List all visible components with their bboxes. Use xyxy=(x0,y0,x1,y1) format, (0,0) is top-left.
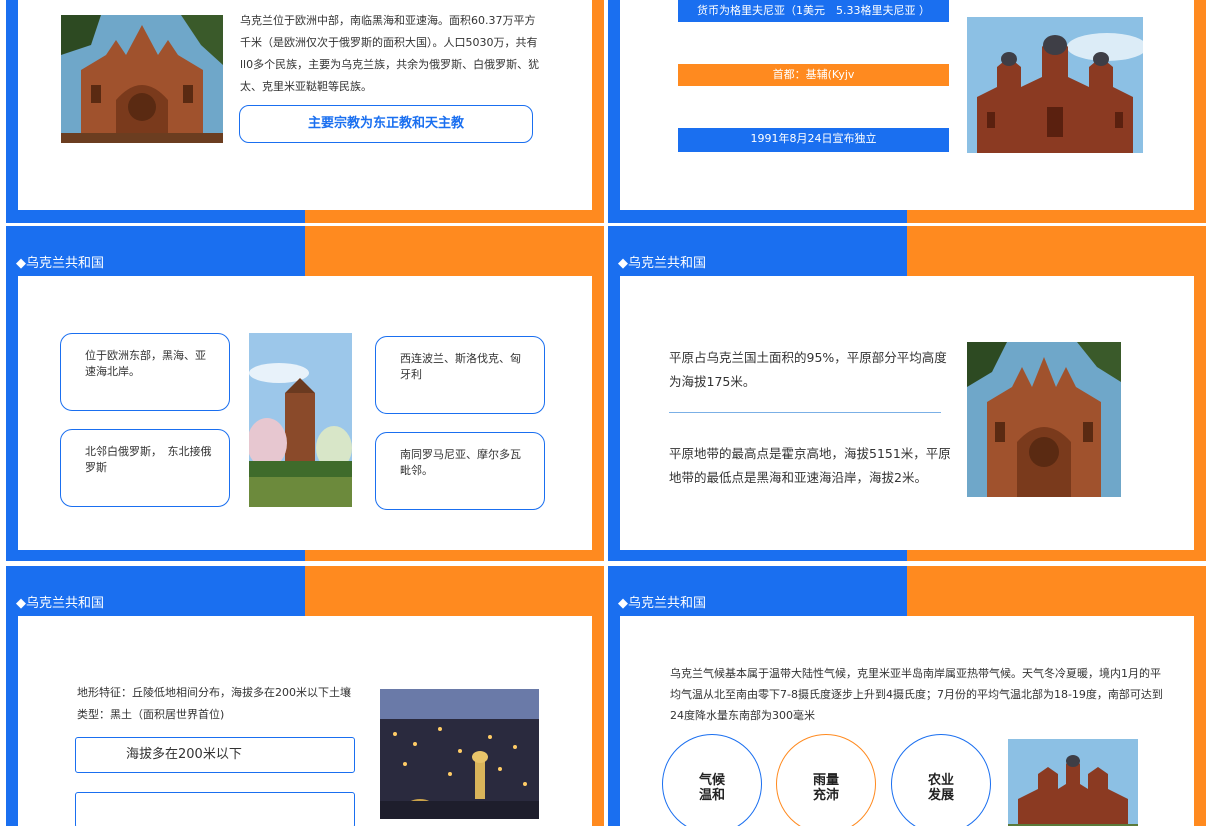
religion-button[interactable]: 主要宗教为东正教和天主教 xyxy=(239,105,533,143)
circle-line2: 发展 xyxy=(927,788,954,803)
currency-bar: 货币为格里夫尼亚（1美元 5.33格里夫尼亚 ） xyxy=(678,0,949,22)
west-neighbors-box: 西连波兰、斯洛伐克、匈牙利 xyxy=(375,336,545,414)
slide-title: ◆乌克兰共和国 xyxy=(16,256,104,271)
circle-line1: 雨量 xyxy=(812,773,839,788)
slide-content-panel: 平原占乌克兰国土面积的95%，平原部分平均高度为海拔175米。 平原地带的最高点… xyxy=(620,276,1194,550)
country-description: 乌克兰位于欧洲中部，南临黑海和亚速海。面积60.37万平方千米（是欧洲仅次于俄罗… xyxy=(240,14,540,93)
location-text: 位于欧洲东部，黑海、亚速海北岸。 xyxy=(85,349,206,378)
south-neighbors-box: 南同罗马尼亚、摩尔多瓦毗邻。 xyxy=(375,432,545,510)
slide-content-panel: 地形特征：丘陵低地相间分布，海拔多在200米以下土壤类型：黑土（面积居世界首位)… xyxy=(18,616,592,826)
north-neighbors-box: 北邻白俄罗斯， 东北接俄罗斯 xyxy=(60,429,230,507)
slide-title: ◆乌克兰共和国 xyxy=(16,596,104,611)
slide-title: ◆乌克兰共和国 xyxy=(618,256,706,271)
slide-6[interactable]: ◆乌克兰共和国 乌克兰气候基本属于温带大陆性气候，克里米亚半岛南岸属亚热带气候。… xyxy=(608,566,1206,826)
slide-content-panel: 货币为格里夫尼亚（1美元 5.33格里夫尼亚 ） 首都：基辅(Kyjv 1991… xyxy=(620,0,1194,210)
rainfall-circle: 雨量 充沛 xyxy=(776,734,876,826)
slide-title: ◆乌克兰共和国 xyxy=(618,596,706,611)
south-neighbors-text: 南同罗马尼亚、摩尔多瓦毗邻。 xyxy=(400,448,521,477)
altitude-text: 海拔多在200米以下 xyxy=(126,747,242,762)
church-photo xyxy=(967,342,1121,497)
divider xyxy=(669,412,941,413)
circle-line1: 农业 xyxy=(927,773,954,788)
west-neighbors-text: 西连波兰、斯洛伐克、匈牙利 xyxy=(400,352,521,381)
slide-content-panel: 乌克兰位于欧洲中部，南临黑海和亚速海。面积60.37万平方千米（是欧洲仅次于俄罗… xyxy=(18,0,592,210)
slide-content-panel: 乌克兰气候基本属于温带大陆性气候，克里米亚半岛南岸属亚热带气候。天气冬冷夏暖，境… xyxy=(620,616,1194,826)
cathedral-photo xyxy=(1008,739,1138,826)
circle-line1: 气候 xyxy=(698,773,725,788)
church-photo xyxy=(61,15,223,143)
slide-3[interactable]: ◆乌克兰共和国 位于欧洲东部，黑海、亚速海北岸。 北邻白俄罗斯， 东北接俄罗斯 … xyxy=(6,226,604,561)
tower-photo xyxy=(249,333,352,507)
second-box xyxy=(75,792,355,826)
elevation-text: 平原地带的最高点是霍京高地，海拔5151米，平原地带的最低点是黑海和亚速海沿岸，… xyxy=(669,446,951,485)
terrain-text: 地形特征：丘陵低地相间分布，海拔多在200米以下土壤类型：黑土（面积居世界首位) xyxy=(77,686,351,721)
cathedral-photo xyxy=(967,17,1143,153)
slide-4[interactable]: ◆乌克兰共和国 平原占乌克兰国土面积的95%，平原部分平均高度为海拔175米。 … xyxy=(608,226,1206,561)
slide-5[interactable]: ◆乌克兰共和国 地形特征：丘陵低地相间分布，海拔多在200米以下土壤类型：黑土（… xyxy=(6,566,604,826)
plain-area-text: 平原占乌克兰国土面积的95%，平原部分平均高度为海拔175米。 xyxy=(669,350,947,389)
climate-mild-circle: 气候 温和 xyxy=(662,734,762,826)
circle-line2: 充沛 xyxy=(812,788,839,803)
climate-text: 乌克兰气候基本属于温带大陆性气候，克里米亚半岛南岸属亚热带气候。天气冬冷夏暖，境… xyxy=(670,667,1163,722)
agriculture-circle: 农业 发展 xyxy=(891,734,991,826)
slide-1[interactable]: 乌克兰位于欧洲中部，南临黑海和亚速海。面积60.37万平方千米（是欧洲仅次于俄罗… xyxy=(6,0,604,223)
circle-line2: 温和 xyxy=(698,788,725,803)
independence-bar: 1991年8月24日宣布独立 xyxy=(678,128,949,152)
north-neighbors-text: 北邻白俄罗斯， 东北接俄罗斯 xyxy=(85,445,212,474)
slide-content-panel: 位于欧洲东部，黑海、亚速海北岸。 北邻白俄罗斯， 东北接俄罗斯 西连波兰、斯洛伐… xyxy=(18,276,592,550)
location-box: 位于欧洲东部，黑海、亚速海北岸。 xyxy=(60,333,230,411)
slide-2[interactable]: 货币为格里夫尼亚（1美元 5.33格里夫尼亚 ） 首都：基辅(Kyjv 1991… xyxy=(608,0,1206,223)
altitude-box: 海拔多在200米以下 xyxy=(75,737,355,773)
capital-bar: 首都：基辅(Kyjv xyxy=(678,64,949,86)
